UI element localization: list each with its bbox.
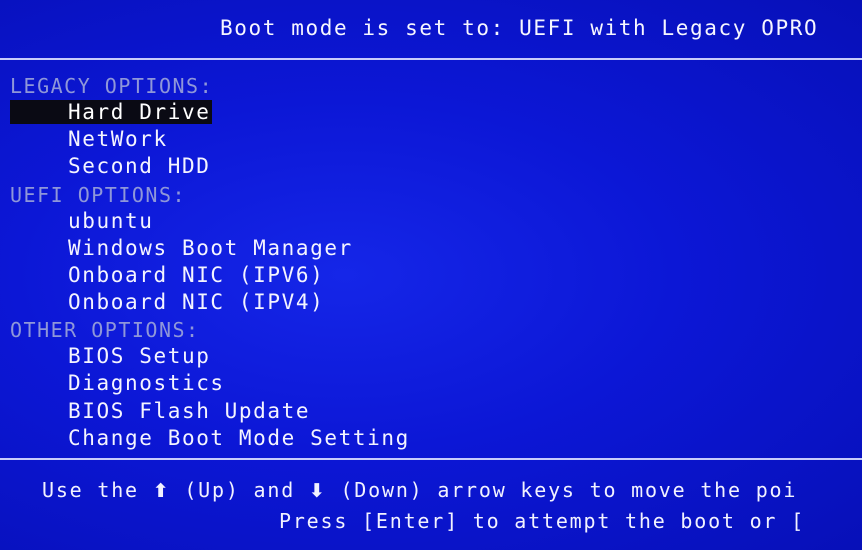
boot-option-second-hdd[interactable]: Second HDD <box>68 154 210 178</box>
boot-option-network[interactable]: NetWork <box>68 127 168 151</box>
instruction-up-text: (Up) and <box>184 478 296 502</box>
header-divider <box>0 58 862 60</box>
instructions-footer: Use the ⬆ (Up) and ⬇ (Down) arrow keys t… <box>0 462 862 550</box>
boot-option-onboard-nic-ipv4[interactable]: Onboard NIC (IPV4) <box>68 290 324 314</box>
section-title-legacy: LEGACY OPTIONS: <box>10 74 214 98</box>
navigation-instructions: Use the ⬆ (Up) and ⬇ (Down) arrow keys t… <box>42 478 797 502</box>
boot-option-windows-boot-manager[interactable]: Windows Boot Manager <box>68 236 353 260</box>
instruction-use-text: Use the <box>42 478 139 502</box>
boot-menu-screen: Boot mode is set to: UEFI with Legacy OP… <box>0 0 862 550</box>
down-arrow-icon: ⬇ <box>308 480 327 502</box>
option-change-boot-mode-setting[interactable]: Change Boot Mode Setting <box>68 426 410 450</box>
enter-instructions: Press [Enter] to attempt the boot or [ <box>279 509 805 533</box>
boot-option-hard-drive[interactable]: Hard Drive <box>10 100 213 124</box>
option-bios-setup[interactable]: BIOS Setup <box>68 344 210 368</box>
option-diagnostics[interactable]: Diagnostics <box>68 371 225 395</box>
footer-divider <box>0 458 862 460</box>
up-arrow-icon: ⬆ <box>152 480 171 502</box>
boot-option-ubuntu[interactable]: ubuntu <box>68 209 153 233</box>
boot-mode-status: Boot mode is set to: UEFI with Legacy OP… <box>220 16 819 40</box>
instruction-down-text: (Down) arrow keys to move the poi <box>340 478 798 502</box>
section-title-other: OTHER OPTIONS: <box>10 318 200 342</box>
header: Boot mode is set to: UEFI with Legacy OP… <box>0 0 862 58</box>
section-title-uefi: UEFI OPTIONS: <box>10 183 187 207</box>
option-bios-flash-update[interactable]: BIOS Flash Update <box>68 399 310 423</box>
boot-option-onboard-nic-ipv6[interactable]: Onboard NIC (IPV6) <box>68 263 324 287</box>
